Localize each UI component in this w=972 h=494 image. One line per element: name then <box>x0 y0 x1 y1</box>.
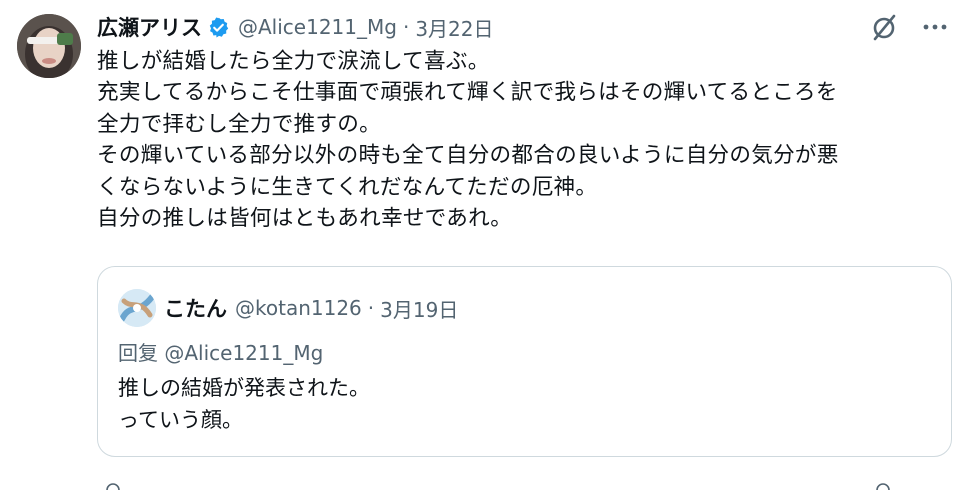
author-display-name[interactable]: 広瀬アリス <box>97 12 202 42</box>
tweet-top-actions <box>868 12 952 42</box>
quoted-reply-to[interactable]: 回复 @Alice1211_Mg <box>118 337 323 366</box>
tweet-text-line: 自分の推しは皆何はともあれ幸せであれ。 <box>97 206 513 232</box>
tweet-text-line: 全力で拝むし全力で推すの。 <box>97 111 381 137</box>
quoted-header-separator: · <box>367 296 375 320</box>
slash-circle-icon[interactable] <box>868 12 902 42</box>
tweet-text-line: 充実してるからこそ仕事面で頑張れて輝く訳で我らはその輝いてるところを <box>97 80 838 106</box>
tweet-header: 広瀬アリス @Alice1211_Mg · 3月22日 <box>97 10 494 44</box>
quoted-author-handle[interactable]: @kotan1126 <box>235 296 362 320</box>
quoted-text-line: っていう顔。 <box>118 408 243 432</box>
action-bar-edge <box>97 475 952 491</box>
quoted-author-avatar[interactable] <box>118 289 156 327</box>
tweet-text-line: くならないように生きてくれだなんてただの厄神。 <box>97 174 598 200</box>
tweet: 広瀬アリス @Alice1211_Mg · 3月22日 推しが結婚したら全力で涙… <box>0 0 972 491</box>
quoted-text-line: 推しの結婚が発表された。 <box>118 376 370 400</box>
author-handle[interactable]: @Alice1211_Mg <box>238 15 397 39</box>
tweet-text: 推しが結婚したら全力で涙流して喜ぶ。 充実してるからこそ仕事面で頑張れて輝く訳で… <box>97 46 957 234</box>
tweet-text-line: その輝いている部分以外の時も全て自分の都合の良いように自分の気分が悪 <box>97 143 839 169</box>
quoted-tweet-text: 推しの結婚が発表された。 っていう顔。 <box>118 372 370 436</box>
quoted-tweet-header: こたん @kotan1126 · 3月19日 <box>118 289 458 327</box>
quoted-author-display-name[interactable]: こたん <box>164 293 227 323</box>
tweet-date[interactable]: 3月22日 <box>415 13 493 42</box>
quoted-tweet-card[interactable]: こたん @kotan1126 · 3月19日 回复 @Alice1211_Mg … <box>97 266 952 457</box>
verified-badge-icon <box>207 16 230 39</box>
author-avatar[interactable] <box>17 14 81 78</box>
more-dots-icon[interactable] <box>918 12 952 42</box>
header-separator: · <box>402 15 410 39</box>
tweet-text-line: 推しが結婚したら全力で涙流して喜ぶ。 <box>97 49 490 74</box>
quoted-tweet-date[interactable]: 3月19日 <box>380 294 458 323</box>
